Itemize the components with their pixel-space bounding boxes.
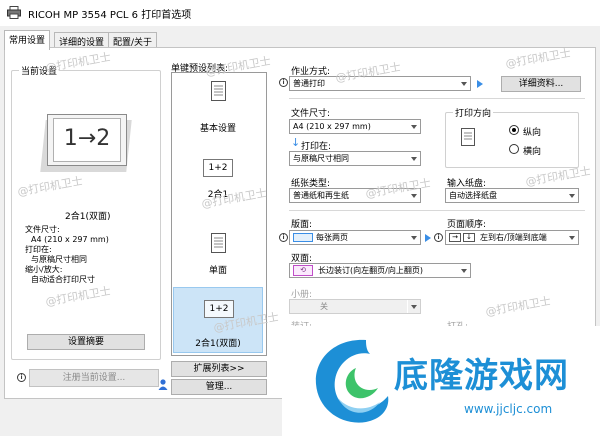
print-on-select[interactable]: 与原稿尺寸相同 (289, 151, 421, 166)
current-settings-preview: 1→2 (39, 110, 133, 178)
preset-item-label: 2合1(双面) (195, 339, 241, 349)
watermark-text: @打印机卫士 (504, 46, 572, 71)
two-in-one-icon: 1+2 (204, 300, 234, 318)
detail-line: 缩小/放大: (25, 265, 63, 274)
paper-size-select[interactable]: A4 (210 x 297 mm) (289, 119, 421, 134)
layout-label: 版面: (291, 220, 313, 230)
two-pages-icon (293, 233, 313, 242)
orientation-landscape-label: 横向 (523, 147, 542, 157)
portrait-page-icon (461, 128, 475, 146)
detail-line: A4 (210 x 297 mm) (31, 235, 109, 244)
paper-size-value: A4 (210 x 297 mm) (293, 122, 371, 131)
two-in-one-icon: 1+2 (203, 159, 233, 177)
document-icon (211, 81, 226, 101)
document-icon (211, 233, 226, 253)
input-tray-value: 自动选择纸盘 (449, 191, 497, 200)
orientation-portrait-label: 纵向 (523, 128, 542, 138)
tab-strip: 常用设置 详细的设置 配置/关于 (0, 26, 600, 50)
user-icon (158, 379, 168, 390)
printer-icon (7, 6, 21, 19)
window-title: RICOH MP 3554 PCL 6 打印首选项 (28, 10, 192, 21)
chevron-down-icon (407, 152, 420, 165)
print-on-value: 与原稿尺寸相同 (293, 154, 349, 163)
orientation-landscape-radio[interactable] (509, 144, 519, 154)
expand-list-button[interactable]: 扩展列表>> (171, 361, 267, 377)
layout-value: 每张两页 (316, 233, 348, 242)
current-settings-details: 文件尺寸: A4 (210 x 297 mm) 打印在: 与原稿尺寸相同 缩小/… (25, 225, 109, 285)
job-type-select[interactable]: 普通打印 (289, 76, 471, 91)
preview-text: 1→2 (63, 126, 111, 151)
detail-line: 与原稿尺寸相同 (31, 255, 87, 264)
brand-title: 底隆游戏网 (394, 356, 569, 396)
booklet-value: 关 (320, 302, 328, 311)
settings-summary-button[interactable]: 设置摘要 (27, 334, 145, 350)
duplex-select[interactable]: ⟲ 长边装订(向左翻页/向上翻页) (289, 263, 471, 278)
preset-item-simplex[interactable]: 单面 (173, 223, 263, 279)
brand-watermark: 底隆游戏网 www.jjcljc.com (282, 326, 600, 436)
orientation-portrait-radio[interactable] (509, 125, 519, 135)
duplex-value: 长边装订(向左翻页/向上翻页) (318, 266, 423, 275)
input-tray-select[interactable]: 自动选择纸盘 (445, 188, 579, 203)
chevron-down-icon (407, 231, 420, 244)
chevron-down-icon (407, 300, 420, 313)
register-current-settings-button[interactable]: 注册当前设置... (29, 369, 159, 387)
chevron-down-icon (407, 120, 420, 133)
title-bar: RICOH MP 3554 PCL 6 打印首选项 (0, 0, 600, 26)
play-icon (425, 234, 431, 242)
brand-logo-icon (315, 339, 389, 423)
watermark-text: @打印机卫士 (484, 294, 552, 319)
info-icon: i (17, 373, 26, 382)
separator (289, 210, 585, 211)
job-type-value: 普通打印 (293, 79, 325, 88)
info-icon: i (279, 233, 288, 242)
page-order-label: 页面顺序: (447, 220, 487, 230)
chevron-down-icon (457, 77, 470, 90)
paper-type-value: 普通纸和再生纸 (293, 191, 349, 200)
paper-size-label: 文件尺寸: (291, 109, 331, 119)
detail-line: 打印在: (25, 245, 52, 254)
info-icon: i (434, 233, 443, 242)
preset-item-label: 单面 (208, 266, 227, 276)
current-settings-caption: 2合1(双面) (65, 212, 111, 222)
manage-button[interactable]: 管理... (171, 379, 267, 395)
booklet-select[interactable]: 关 (289, 299, 421, 314)
order-down-icon: ↓ (463, 233, 475, 242)
separator (289, 98, 585, 99)
preset-item-label: 基本设置 (199, 124, 236, 134)
chevron-down-icon (565, 231, 578, 244)
page-order-select[interactable]: → ↓ 左到右/顶端到底端 (445, 230, 579, 245)
info-icon: i (279, 78, 288, 87)
tab-common-settings[interactable]: 常用设置 (4, 30, 51, 50)
detail-line: 文件尺寸: (25, 225, 60, 234)
order-arrow-icon: → (449, 233, 461, 242)
arrow-down-icon: ↓ (291, 136, 301, 149)
orientation-label: 打印方向 (453, 106, 494, 119)
duplex-book-icon: ⟲ (293, 265, 313, 276)
details-button[interactable]: 详细资料... (501, 76, 581, 92)
play-icon (477, 80, 483, 88)
page-order-value: 左到右/顶端到底端 (480, 233, 547, 242)
chevron-down-icon (565, 189, 578, 202)
layout-select[interactable]: 每张两页 (289, 230, 421, 245)
brand-url: www.jjcljc.com (464, 402, 553, 416)
chevron-down-icon (457, 264, 470, 277)
preset-item-basic[interactable]: 基本设置 (173, 75, 263, 137)
